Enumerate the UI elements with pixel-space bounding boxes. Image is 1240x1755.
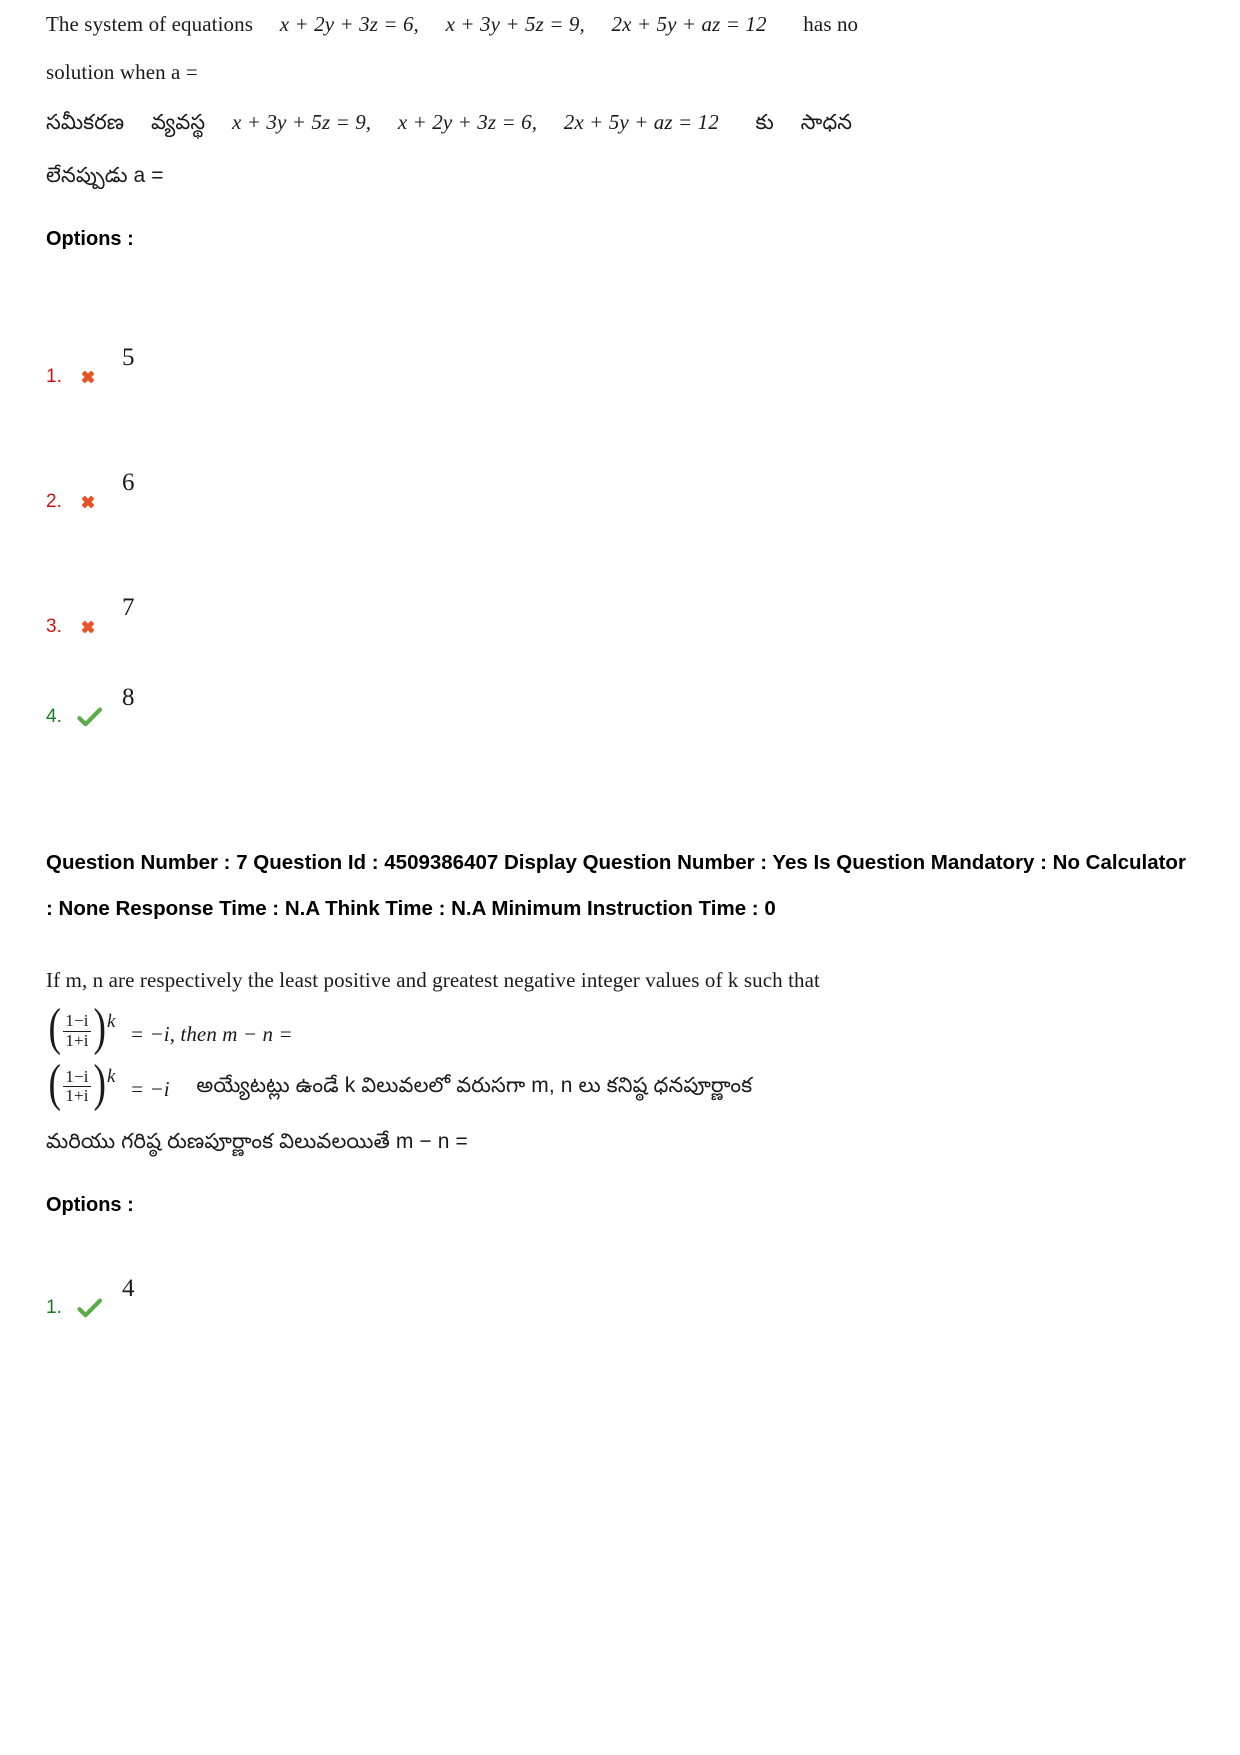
- question-6-english-line-2: solution when a =: [46, 48, 1194, 96]
- question-7-meta: Question Number : 7 Question Id : 450938…: [46, 851, 1186, 920]
- question-7-body: If m, n are respectively the least posit…: [46, 956, 1194, 1168]
- q6-english-text: The system of equations: [46, 12, 254, 36]
- question-7-english-expression: (1−i 1+i)k = −i, then m − n =: [46, 1002, 1194, 1059]
- q6-telugu-equation-1: x + 3y + 5z = 9,: [231, 110, 372, 134]
- question-6-option-row-3[interactable]: 3. 7: [46, 511, 1194, 636]
- cross-icon: [77, 616, 99, 638]
- q7-telugu-text-2: మరియు గరిష్ఠ రుణపూర్ణాంక విలువలయితే m − …: [46, 1129, 468, 1153]
- q7-english-equation-tail: = −i, then m − n =: [129, 1022, 293, 1047]
- question-6-telugu-line-2: లేనప్పుడు a =: [46, 149, 1194, 202]
- left-paren: (: [48, 1054, 61, 1112]
- q7-telugu-text-1: అయ్యేటట్లు ఉండే k విలువలలో వరుసగా m, n ల…: [196, 1074, 753, 1098]
- option-number: 1.: [46, 1296, 62, 1318]
- option-number: 2.: [46, 491, 62, 512]
- option-value: 7: [122, 594, 135, 621]
- question-6-options-label: Options :: [46, 228, 134, 250]
- option-value: 6: [122, 469, 135, 496]
- fraction-numerator: 1−i: [65, 1011, 89, 1031]
- question-6-option-row-4[interactable]: 4. 8: [46, 636, 1194, 728]
- option-number: 3.: [46, 616, 62, 637]
- q7-english-text: If m, n are respectively the least posit…: [46, 968, 820, 992]
- question-6-option-row-1[interactable]: 1. 5: [46, 261, 1194, 386]
- q6-telugu-equation-3: 2x + 5y + az = 12: [563, 110, 719, 134]
- q6-english-equation-2: x + 3y + 5z = 9,: [445, 12, 585, 36]
- q6-telugu-label-1: సమీకరణ: [46, 111, 125, 134]
- fraction: 1−i 1+i: [63, 1011, 91, 1050]
- cross-icon: [77, 491, 99, 513]
- q7-telugu-equation-tail: = −i: [129, 1077, 170, 1102]
- option-number: 4.: [46, 706, 62, 727]
- question-6-option-row-2[interactable]: 2. 6: [46, 386, 1194, 511]
- fraction-denominator: 1+i: [63, 1030, 91, 1050]
- q6-telugu-equation-2: x + 2y + 3z = 6,: [397, 110, 538, 134]
- fraction: 1−i 1+i: [63, 1066, 91, 1106]
- right-paren: ): [92, 999, 106, 1057]
- option-number: 1.: [46, 366, 62, 387]
- check-icon: [77, 706, 103, 728]
- question-6-english-line-1: The system of equations x + 2y + 3z = 6,…: [46, 0, 1194, 48]
- left-paren: (: [48, 999, 61, 1057]
- question-7-option-row-1[interactable]: 1. 4: [46, 1227, 1194, 1317]
- fraction-expression-english: (1−i 1+i)k: [46, 1002, 117, 1056]
- q6-english-tail: has no: [803, 12, 859, 36]
- exponent: k: [106, 1066, 116, 1088]
- fraction-denominator: 1+i: [63, 1086, 91, 1106]
- q6-english-equation-1: x + 2y + 3z = 6,: [279, 12, 419, 36]
- cross-icon: [77, 366, 99, 388]
- exponent: k: [106, 1011, 116, 1033]
- q6-english-equation-3: 2x + 5y + az = 12: [611, 12, 767, 36]
- question-7-telugu-line-1: (1−i 1+i)k = −i అయ్యేటట్లు ఉండే k విలువలల…: [46, 1057, 1194, 1114]
- question-7-telugu-line-2: మరియు గరిష్ఠ రుణపూర్ణాంక విలువలయితే m − …: [46, 1115, 1194, 1168]
- q6-english-line2-text: solution when a =: [46, 60, 198, 84]
- question-7-options-label: Options :: [46, 1193, 134, 1216]
- question-7-english-line-1: If m, n are respectively the least posit…: [46, 956, 1194, 1004]
- option-value: 4: [122, 1274, 135, 1302]
- q6-telugu-line2-text: లేనప్పుడు a =: [46, 164, 164, 187]
- q6-telugu-mid: కు: [755, 111, 774, 134]
- q6-telugu-tail: సాధన: [800, 111, 853, 134]
- exam-question-page: The system of equations x + 2y + 3z = 6,…: [0, 0, 1240, 1755]
- check-icon: [77, 1297, 103, 1319]
- option-value: 8: [122, 684, 135, 711]
- question-6-body: The system of equations x + 2y + 3z = 6,…: [46, 0, 1194, 202]
- q6-telugu-label-2: వ్యవస్థ: [150, 111, 206, 134]
- fraction-numerator: 1−i: [65, 1066, 89, 1086]
- question-6-telugu-line-1: సమీకరణ వ్యవస్థ x + 3y + 5z = 9, x + 2y +…: [46, 96, 1194, 149]
- meta-gap: [46, 932, 1194, 956]
- right-paren: ): [92, 1054, 106, 1112]
- fraction-expression-telugu: (1−i 1+i)k: [46, 1057, 117, 1111]
- option-value: 5: [122, 344, 135, 371]
